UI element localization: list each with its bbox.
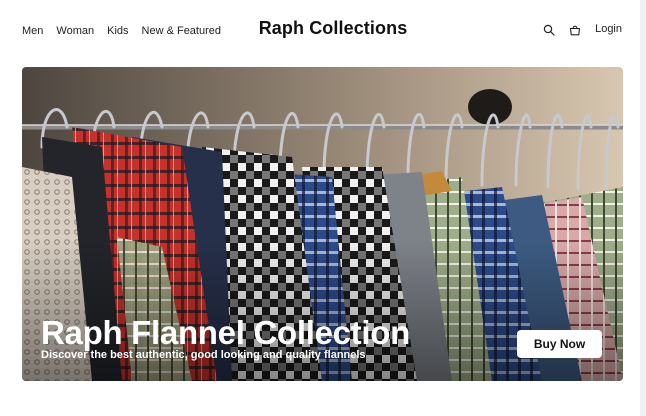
buy-now-button[interactable]: Buy Now	[517, 330, 602, 358]
bag-icon[interactable]	[569, 23, 581, 36]
search-icon[interactable]	[543, 23, 555, 36]
hero-subtitle: Discover the best authentic, good lookin…	[41, 349, 366, 361]
page: Men Woman Kids New & Featured Raph Colle…	[0, 0, 640, 416]
top-nav: Men Woman Kids New & Featured Raph Colle…	[0, 0, 640, 62]
login-link[interactable]: Login	[595, 23, 622, 35]
hero-title: Raph Flannel Collection	[41, 314, 410, 351]
hero-banner: Raph Flannel Collection Discover the bes…	[22, 67, 623, 381]
nav-actions: Login	[543, 23, 622, 36]
